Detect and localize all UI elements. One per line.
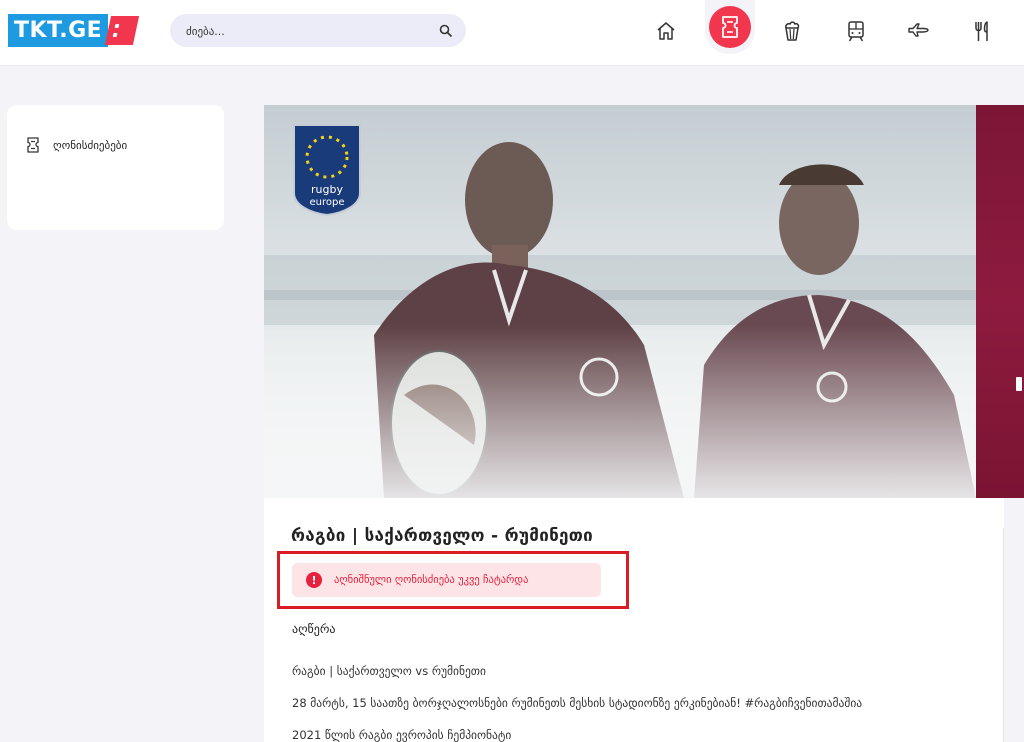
- badge-line-1: rugby: [311, 183, 343, 196]
- ticket-icon: [27, 137, 39, 153]
- restaurant-icon: [975, 21, 988, 41]
- event-ended-alert: ! აღნიშნული ღონისძიება უკვე ჩატარდა: [292, 563, 601, 597]
- sidebar-item-label: ღონისძიებები: [53, 138, 128, 152]
- ticket-tag-icon: [104, 16, 140, 45]
- description-line: 28 მარტს, 15 საათზე ბორჯღალოსნები რუმინე…: [292, 696, 863, 710]
- nav-transport[interactable]: [834, 9, 878, 53]
- sidebar-item-events[interactable]: ღონისძიებები: [27, 137, 127, 153]
- nav-events-active-indicator: [709, 6, 751, 48]
- sidebar: ღონისძიებები: [7, 105, 224, 230]
- description-line: რაგბი | საქართველო vs რუმინეთი: [292, 664, 486, 678]
- rugby-europe-logo: rugby europe: [293, 124, 361, 217]
- airplane-icon: [908, 23, 929, 37]
- nav-cinema[interactable]: [770, 9, 814, 53]
- description-heading: აღწერა: [292, 622, 336, 636]
- tkt-logo[interactable]: TKT.GE: [8, 14, 140, 47]
- nav-home[interactable]: [644, 9, 688, 53]
- search-input[interactable]: [184, 14, 428, 49]
- rugby-players-image: rugby europe: [264, 124, 976, 498]
- banner-side-panel: [976, 105, 1024, 498]
- top-header: TKT.GE: [0, 0, 1024, 66]
- home-icon: [657, 22, 675, 40]
- search-icon[interactable]: [439, 24, 452, 37]
- banner-side-mark: [1016, 377, 1022, 391]
- nav-flights[interactable]: [897, 9, 941, 53]
- panel-divider: [1003, 528, 1004, 742]
- description-line: 2021 წლის რაგბი ევროპის ჩემპიონატი: [292, 728, 512, 742]
- event-title: რაგბი | საქართველო - რუმინეთი: [291, 526, 594, 546]
- nav-events[interactable]: [705, 0, 755, 54]
- alert-text: აღნიშნული ღონისძიება უკვე ჩატარდა: [334, 574, 529, 586]
- exclamation-icon: !: [306, 572, 322, 588]
- ticket-icon: [722, 16, 738, 38]
- badge-line-2: europe: [310, 197, 345, 208]
- logo-text: TKT.GE: [8, 14, 108, 47]
- popcorn-icon: [785, 21, 800, 41]
- nav-restaurants[interactable]: [960, 9, 1004, 53]
- event-banner-image: rugby europe: [264, 105, 976, 498]
- search-bar: [170, 14, 466, 49]
- train-icon: [848, 21, 864, 42]
